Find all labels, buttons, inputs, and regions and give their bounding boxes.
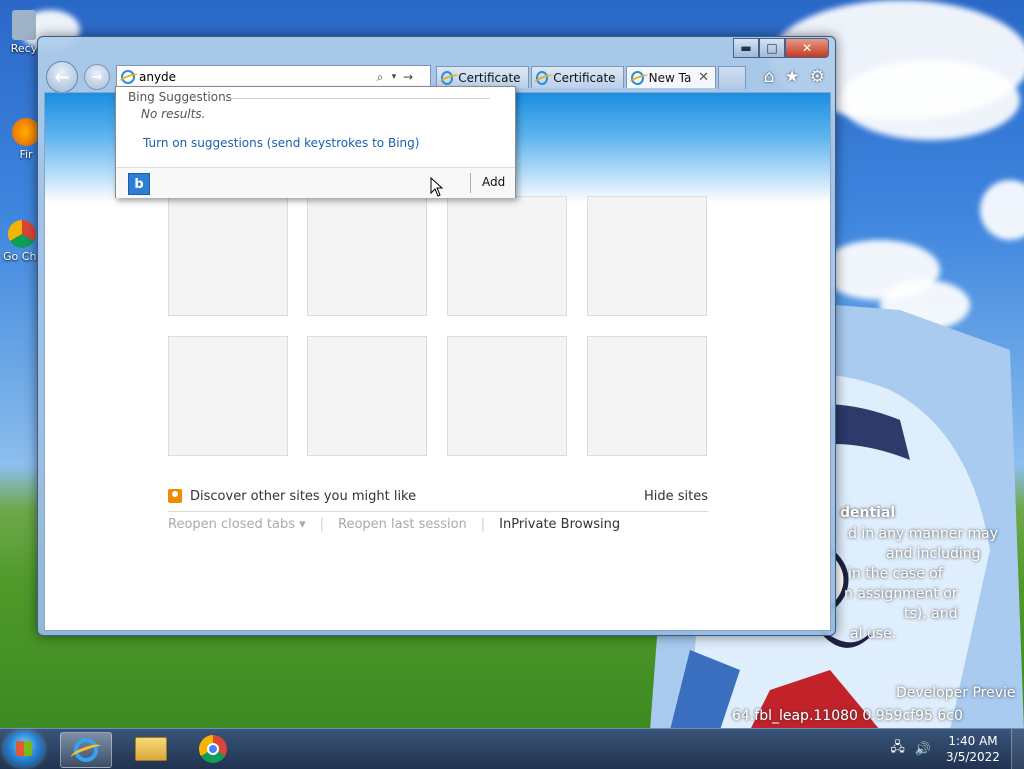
reopen-links: Reopen closed tabs ▾ | Reopen last sessi…: [168, 517, 620, 532]
site-tile[interactable]: [307, 336, 427, 456]
site-tile[interactable]: [447, 336, 567, 456]
tab-new-tab[interactable]: New Tab ✕: [626, 66, 716, 88]
clock[interactable]: 1:40 AM 3/5/2022: [941, 733, 1005, 765]
suggestions-dropdown: Bing Suggestions No results. Turn on sug…: [115, 86, 516, 198]
reopen-closed-tabs-link[interactable]: Reopen closed tabs ▾: [168, 517, 306, 532]
folder-icon: [135, 737, 167, 761]
site-tile[interactable]: [168, 336, 288, 456]
add-search-provider-button[interactable]: Add: [482, 175, 505, 189]
suggestions-footer: b Add: [116, 167, 515, 198]
close-icon[interactable]: ✕: [698, 70, 709, 85]
taskbar-chrome-button[interactable]: [188, 732, 238, 766]
suggestions-title: Bing Suggestions: [128, 90, 232, 104]
watermark-line: n assignment or: [844, 586, 958, 602]
site-tile[interactable]: [168, 196, 288, 316]
site-tile[interactable]: [587, 336, 707, 456]
internet-explorer-icon: [74, 738, 98, 762]
command-icons: ⌂ ★ ⚙: [764, 67, 825, 87]
watermark-line: in the case of: [848, 566, 943, 582]
turn-on-suggestions-link[interactable]: Turn on suggestions (send keystrokes to …: [143, 136, 419, 150]
reopen-last-session-link[interactable]: Reopen last session: [338, 517, 467, 532]
watermark-line: al use.: [850, 626, 897, 642]
watermark-heading: dential: [840, 505, 896, 521]
hide-sites-link[interactable]: Hide sites: [644, 489, 708, 504]
discover-row: Discover other sites you might like Hide…: [168, 487, 708, 512]
watermark-line: and including: [886, 546, 981, 562]
tab-certificate-1[interactable]: Certificate ...: [436, 66, 529, 88]
mouse-cursor-icon: [430, 177, 444, 197]
site-tile[interactable]: [587, 196, 707, 316]
arrow-left-icon: ←: [54, 66, 70, 88]
tab-certificate-2[interactable]: Certificate ...: [531, 66, 624, 88]
home-icon[interactable]: ⌂: [764, 67, 775, 87]
watermark-line: d in any manner may: [848, 526, 999, 542]
ie-tab-icon: [536, 70, 549, 85]
back-button[interactable]: ←: [46, 61, 78, 93]
build-info-line: 64.fbl_leap.11080 0.959cf95 6c0: [732, 708, 963, 724]
arrow-right-icon: →: [91, 69, 103, 85]
volume-icon[interactable]: 🔊: [915, 742, 931, 757]
taskbar: 🖧 🔊 1:40 AM 3/5/2022: [0, 728, 1024, 769]
lightbulb-icon: [168, 489, 182, 503]
site-tile[interactable]: [447, 196, 567, 316]
clock-time: 1:40 AM: [948, 734, 998, 748]
arrow-right-icon[interactable]: →: [401, 70, 415, 84]
ie-tab-icon: [631, 70, 644, 85]
window-caption-buttons: ▬ □ ✕: [733, 38, 829, 58]
build-info-line: Developer Previe: [896, 685, 1016, 701]
ie-page-icon: [121, 70, 135, 84]
chrome-icon: [8, 220, 36, 248]
clock-date: 3/5/2022: [946, 750, 1000, 764]
desktop-icon-label: Go Chr: [3, 250, 41, 263]
divider: [470, 173, 471, 193]
show-desktop-button[interactable]: [1011, 729, 1024, 769]
taskbar-ie-button[interactable]: [60, 732, 112, 768]
tab-label: Certificate ...: [553, 70, 617, 85]
gear-icon[interactable]: ⚙: [810, 67, 825, 87]
firefox-icon: [12, 118, 40, 146]
chrome-icon: [199, 735, 227, 763]
bing-icon[interactable]: b: [128, 173, 150, 195]
tab-label: New Tab: [648, 70, 692, 85]
minimize-button[interactable]: ▬: [733, 38, 759, 58]
new-tab-button[interactable]: [718, 66, 746, 89]
inprivate-browsing-link[interactable]: InPrivate Browsing: [499, 517, 620, 532]
star-icon[interactable]: ★: [785, 67, 800, 87]
chevron-down-icon[interactable]: ▾: [387, 72, 401, 82]
divider: [228, 98, 490, 99]
recycle-bin-icon: [12, 10, 36, 40]
discover-link[interactable]: Discover other sites you might like: [190, 489, 416, 504]
maximize-button[interactable]: □: [759, 38, 785, 58]
separator: |: [480, 517, 486, 532]
close-button[interactable]: ✕: [785, 38, 829, 58]
tab-label: Certificate ...: [458, 70, 522, 85]
search-icon[interactable]: ⌕: [373, 70, 387, 85]
watermark-line: ts), and: [904, 606, 958, 622]
network-icon[interactable]: 🖧: [890, 738, 905, 760]
taskbar-explorer-button[interactable]: [126, 732, 176, 766]
desktop-icon-chrome[interactable]: Go Chr: [2, 220, 42, 263]
start-button[interactable]: [4, 731, 44, 767]
address-input[interactable]: [135, 70, 373, 84]
ie-tab-icon: [441, 70, 454, 85]
forward-button[interactable]: →: [84, 64, 110, 90]
system-tray: 🖧 🔊 1:40 AM 3/5/2022: [890, 729, 1024, 769]
site-tile[interactable]: [307, 196, 427, 316]
separator: |: [319, 517, 325, 532]
no-results-text: No results.: [141, 107, 206, 121]
